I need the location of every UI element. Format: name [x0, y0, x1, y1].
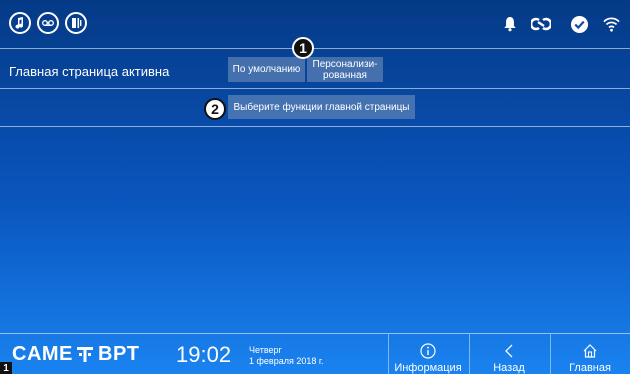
callout-marker-1: 1 [292, 37, 314, 59]
clock-time: 19:02 [176, 342, 232, 367]
brand-logo-icon [77, 347, 93, 362]
music-note-glyph [15, 17, 24, 29]
top-bar [0, 0, 630, 48]
row-divider-1 [0, 88, 630, 89]
home-icon [583, 344, 597, 358]
back-chevron-icon [505, 344, 513, 358]
date-label: 1 февраля 2018 г. [249, 356, 324, 366]
nav-home-label: Главная [569, 362, 611, 374]
tv-remote-icon[interactable] [9, 12, 31, 34]
door-intercom-icon[interactable] [65, 12, 87, 34]
brand-came: CAME [12, 343, 73, 365]
nav-back-button[interactable]: Назад [469, 334, 549, 374]
custom-option-label-line2: рованная [323, 69, 367, 81]
nav-info-button[interactable]: Информация [388, 334, 468, 374]
bell-icon [499, 13, 521, 35]
screen: Главная страница активна По умолчанию Пе… [0, 0, 630, 374]
default-option-label: По умолчанию [232, 64, 301, 75]
brand-bpt: BPT [98, 343, 140, 365]
info-icon [420, 343, 436, 359]
link-icon [530, 13, 552, 35]
row-divider-2 [0, 126, 630, 127]
nav-info-label: Информация [394, 362, 462, 374]
default-option-button[interactable]: По умолчанию [228, 57, 305, 82]
select-home-functions-label: Выберите функции главной страницы [233, 101, 410, 113]
callout-marker-2: 2 [204, 98, 226, 120]
voicemail-icon[interactable] [37, 12, 59, 34]
nav-back-label: Назад [493, 362, 525, 374]
weekday-label: Четверг [249, 345, 282, 355]
home-active-label: Главная страница активна [9, 64, 170, 79]
custom-option-label-line1: Персонализи- [312, 58, 378, 70]
select-home-functions-button[interactable]: Выберите функции главной страницы [228, 95, 415, 119]
check-circle-icon [568, 13, 590, 35]
custom-option-button[interactable]: Персонализи- рованная [307, 57, 383, 82]
wifi-icon [600, 13, 622, 35]
voicemail-glyph [42, 19, 54, 27]
nav-home-button[interactable]: Главная [550, 334, 630, 374]
page-figure-number: 1 [0, 362, 12, 374]
date-block: Четверг 1 февраля 2018 г. [249, 345, 324, 367]
top-divider [0, 48, 630, 49]
intercom-glyph [72, 18, 82, 28]
